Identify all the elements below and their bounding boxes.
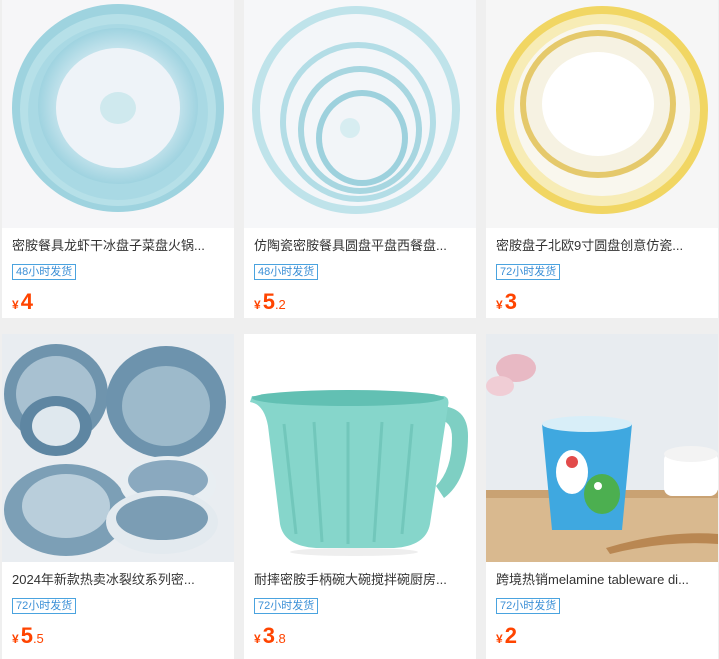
currency-symbol: ¥ [12, 298, 19, 312]
product-title[interactable]: 密胺盘子北欧9寸圆盘创意仿瓷... [496, 238, 710, 254]
shipping-badge: 48小时发货 [12, 264, 77, 280]
product-card[interactable]: 密胺餐具龙虾干冰盘子菜盘火锅... 48小时发货 ¥4 [2, 0, 234, 318]
product-title[interactable]: 仿陶瓷密胺餐具圆盘平盘西餐盘... [254, 238, 468, 254]
currency-symbol: ¥ [496, 298, 503, 312]
product-price: ¥5.5 [12, 622, 44, 653]
product-price: ¥4 [12, 288, 33, 318]
product-title[interactable]: 跨境热销melamine tableware di... [496, 572, 710, 588]
currency-symbol: ¥ [12, 632, 19, 646]
price-integer: 3 [504, 289, 517, 314]
shipping-badge: 72小时发货 [254, 598, 319, 614]
product-card[interactable]: 2024年新款热卖冰裂纹系列密... 72小时发货 ¥5.5 [2, 334, 234, 659]
product-image[interactable] [244, 334, 476, 562]
price-decimal: .8 [274, 631, 286, 646]
shipping-badge: 72小时发货 [496, 264, 561, 280]
price-integer: 2 [504, 623, 517, 648]
product-card[interactable]: 跨境热销melamine tableware di... 72小时发货 ¥2 [486, 334, 718, 659]
product-price: ¥3 [496, 288, 517, 318]
product-image[interactable] [2, 0, 234, 228]
product-image[interactable] [2, 334, 234, 562]
product-grid: 密胺餐具龙虾干冰盘子菜盘火锅... 48小时发货 ¥4 仿陶瓷密胺餐具圆盘平盘西… [0, 0, 719, 659]
currency-symbol: ¥ [254, 632, 261, 646]
product-price: ¥2 [496, 622, 517, 653]
product-image[interactable] [486, 334, 718, 562]
shipping-badge: 48小时发货 [254, 264, 319, 280]
product-image[interactable] [486, 0, 718, 228]
currency-symbol: ¥ [254, 298, 261, 312]
product-title[interactable]: 密胺餐具龙虾干冰盘子菜盘火锅... [12, 238, 226, 254]
product-card[interactable]: 仿陶瓷密胺餐具圆盘平盘西餐盘... 48小时发货 ¥5.2 [244, 0, 476, 318]
price-integer: 3 [262, 623, 275, 648]
price-integer: 5 [262, 289, 275, 314]
product-image[interactable] [244, 0, 476, 228]
currency-symbol: ¥ [496, 632, 503, 646]
product-card[interactable]: 密胺盘子北欧9寸圆盘创意仿瓷... 72小时发货 ¥3 [486, 0, 718, 318]
product-title[interactable]: 耐摔密胺手柄碗大碗搅拌碗厨房... [254, 572, 468, 588]
shipping-badge: 72小时发货 [12, 598, 77, 614]
product-title[interactable]: 2024年新款热卖冰裂纹系列密... [12, 572, 226, 588]
price-integer: 5 [20, 623, 33, 648]
product-card[interactable]: 耐摔密胺手柄碗大碗搅拌碗厨房... 72小时发货 ¥3.8 [244, 334, 476, 659]
shipping-badge: 72小时发货 [496, 598, 561, 614]
product-price: ¥5.2 [254, 288, 286, 318]
price-decimal: .5 [32, 631, 44, 646]
product-price: ¥3.8 [254, 622, 286, 653]
price-integer: 4 [20, 289, 33, 314]
price-decimal: .2 [274, 297, 286, 312]
